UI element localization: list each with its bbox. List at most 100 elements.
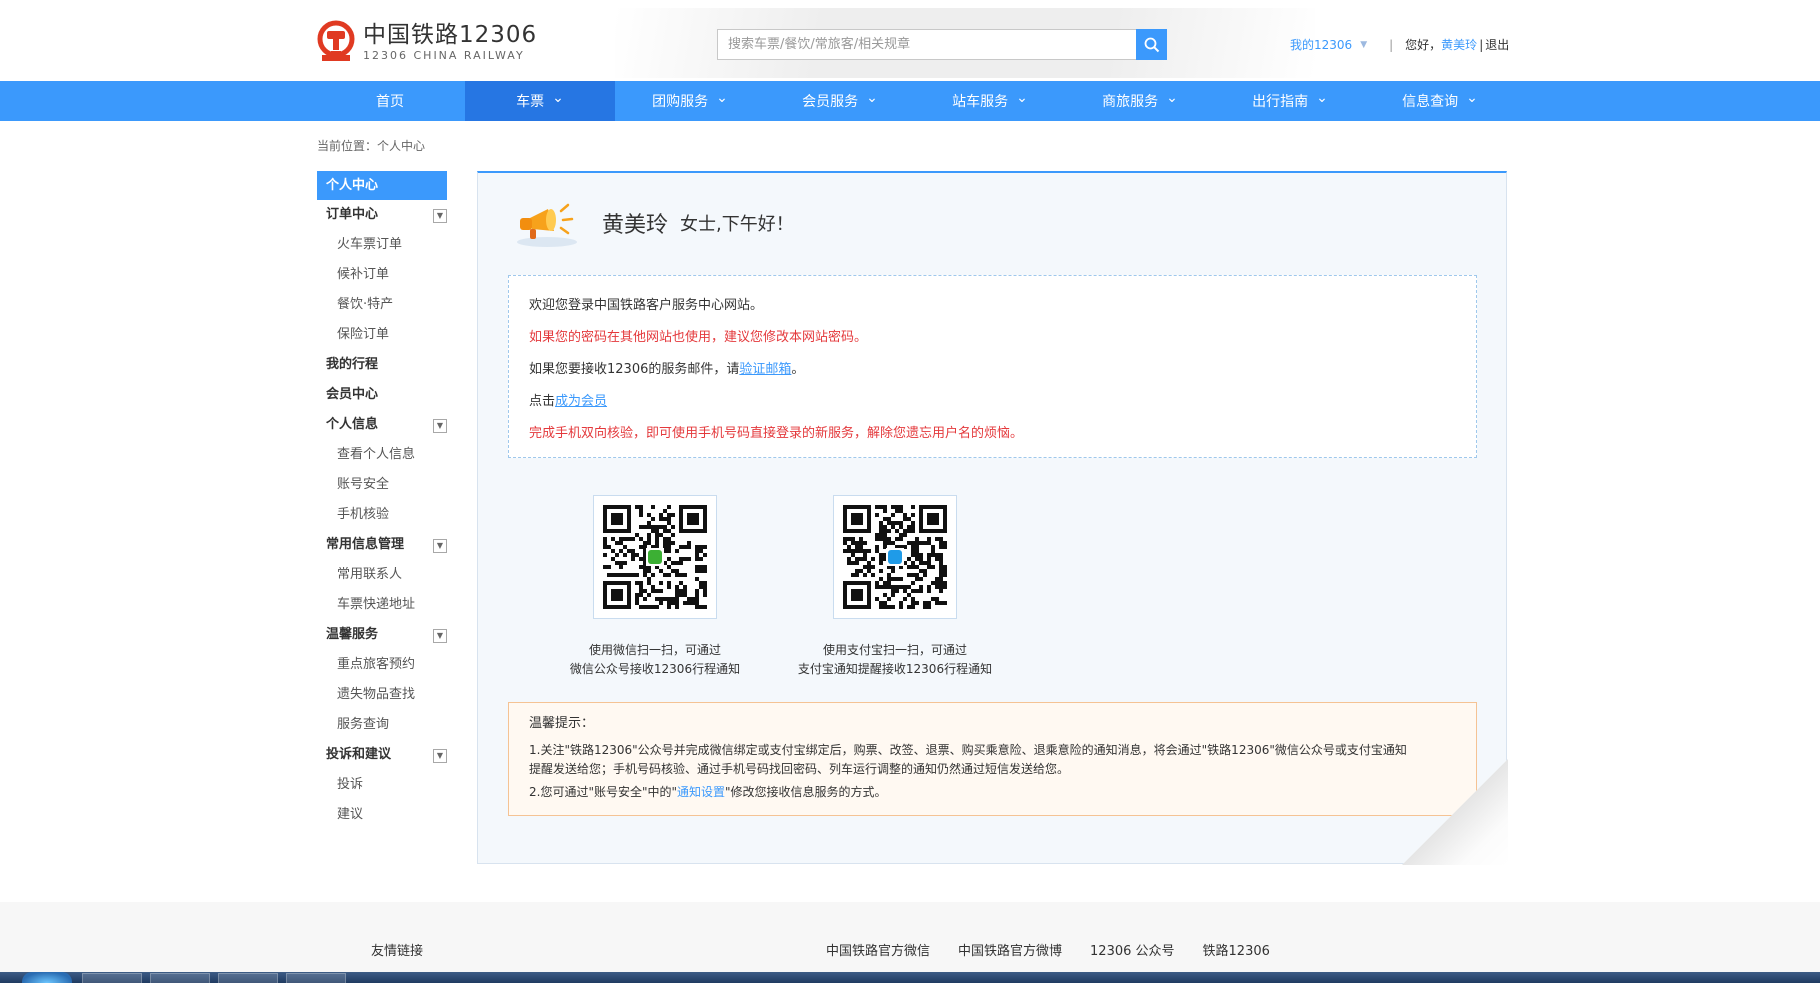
search-input[interactable] <box>718 30 1138 59</box>
sidebar-item[interactable]: 餐饮·特产 <box>317 290 447 320</box>
sidebar-item[interactable]: 手机核验 <box>317 500 447 530</box>
sidebar-item[interactable]: 账号安全 <box>317 470 447 500</box>
my12306-link[interactable]: 我的12306 <box>1290 36 1352 53</box>
divider: | <box>1479 37 1484 52</box>
wechat-qr-block: 使用微信扫一扫，可通过 微信公众号接收12306行程通知 <box>545 495 765 679</box>
collapse-toggle-icon[interactable]: ▼ <box>433 749 447 763</box>
collapse-toggle-icon[interactable]: ▼ <box>433 419 447 433</box>
nav-item-label: 首页 <box>376 94 404 110</box>
sidebar-item[interactable]: 火车票订单 <box>317 230 447 260</box>
nav-item-0[interactable]: 首页 <box>315 81 465 121</box>
sidebar-item[interactable]: 投诉 <box>317 770 447 800</box>
phone-verify-notice: 完成手机双向核验，即可使用手机号码直接登录的新服务，解除您遗忘用户名的烦恼。 <box>529 426 1024 441</box>
nav-item-6[interactable]: 出行指南 ⌄ <box>1215 81 1365 121</box>
logo-title: 中国铁路12306 <box>363 22 538 48</box>
warm-tips: 温馨提示： 1.关注"铁路12306"公众号并完成微信绑定或支付宝绑定后，购票、… <box>508 702 1477 816</box>
sidebar-item[interactable]: 建议 <box>317 800 447 830</box>
nav-item-label: 出行指南 <box>1252 94 1309 110</box>
taskbar-item[interactable] <box>150 973 210 983</box>
notification-settings-link[interactable]: 通知设置 <box>677 785 725 799</box>
sidebar-group-label: 订单中心 <box>326 207 379 222</box>
footer-link[interactable]: 中国铁路官方微博 <box>958 940 1062 959</box>
main-nav: 首页 车票 ⌄ 团购服务 ⌄ 会员服务 ⌄ 站车服务 ⌄ 商旅服务 ⌄ 出行指南 ⌄ 信息查询 ⌄ <box>0 81 1820 121</box>
alipay-qr-code[interactable] <box>833 495 957 619</box>
sidebar-item[interactable]: 重点旅客预约 <box>317 650 447 680</box>
taskbar-item[interactable] <box>286 973 346 983</box>
nav-item-label: 团购服务 <box>652 94 709 110</box>
railway-logo-icon <box>317 20 355 61</box>
footer-link[interactable]: 铁路12306 <box>1203 940 1270 959</box>
notice-line: 如果您要接收12306的服务邮件，请验证邮箱。 <box>529 362 805 377</box>
sidebar-item[interactable]: 常用联系人 <box>317 560 447 590</box>
megaphone-icon <box>517 203 577 247</box>
user-links: 我的12306 ▼ | 您好， 黄美玲 | 退出 <box>1290 36 1509 53</box>
collapse-toggle-icon[interactable]: ▼ <box>433 539 447 553</box>
nav-item-2[interactable]: 团购服务 ⌄ <box>615 81 765 121</box>
sidebar-item[interactable]: 保险订单 <box>317 320 447 350</box>
tips-item: 1.关注"铁路12306"公众号并完成微信绑定或支付宝绑定后，购票、改签、退票、… <box>529 743 1407 757</box>
collapse-toggle-icon[interactable]: ▼ <box>433 209 447 223</box>
chevron-down-icon: ⌄ <box>716 90 728 106</box>
wechat-qr-code[interactable] <box>593 495 717 619</box>
sidebar-group-label: 会员中心 <box>326 387 379 402</box>
sidebar-item[interactable]: 服务查询 <box>317 710 447 740</box>
collapse-toggle-icon[interactable]: ▼ <box>433 629 447 643</box>
logo-subtitle: 12306 CHINA RAILWAY <box>363 49 525 62</box>
friend-links-label: 友情链接 <box>371 944 424 959</box>
site-footer: 友情链接 中国铁路官方微信 中国铁路官方微博 12306 公众号 铁路12306 <box>0 902 1820 972</box>
alipay-qr-caption: 使用支付宝扫一扫，可通过 支付宝通知提醒接收12306行程通知 <box>797 643 993 676</box>
chevron-down-icon: ⌄ <box>866 90 878 106</box>
sidebar-item[interactable]: 遗失物品查找 <box>317 680 447 710</box>
footer-links: 中国铁路官方微信 中国铁路官方微博 12306 公众号 铁路12306 <box>826 940 1270 959</box>
notice-line: 欢迎您登录中国铁路客户服务中心网站。 <box>529 298 764 313</box>
nav-item-5[interactable]: 商旅服务 ⌄ <box>1065 81 1215 121</box>
wechat-qr-caption: 使用微信扫一扫，可通过 微信公众号接收12306行程通知 <box>569 643 741 676</box>
taskbar-item[interactable] <box>82 973 142 983</box>
sidebar-group-0[interactable]: 订单中心 ▼ <box>317 200 447 230</box>
nav-item-label: 信息查询 <box>1402 94 1459 110</box>
nav-item-label: 站车服务 <box>952 94 1009 110</box>
search-button[interactable] <box>1136 29 1167 60</box>
sidebar-group-2[interactable]: 会员中心 <box>317 380 447 410</box>
site-logo[interactable]: 中国铁路12306 12306 CHINA RAILWAY <box>315 14 555 70</box>
chevron-down-icon: ⌄ <box>552 90 564 106</box>
chevron-down-icon: ⌄ <box>1466 90 1478 106</box>
sidebar-group-label: 我的行程 <box>326 357 379 372</box>
sidebar-group-3[interactable]: 个人信息 ▼ <box>317 410 447 440</box>
sidebar-group-5[interactable]: 温馨服务 ▼ <box>317 620 447 650</box>
tips-item: 2.您可通过"账号安全"中的"通知设置"修改您接收信息服务的方式。 <box>529 785 887 799</box>
alipay-qr-block: 使用支付宝扫一扫，可通过 支付宝通知提醒接收12306行程通知 <box>785 495 1005 679</box>
password-warning: 如果您的密码在其他网站也使用，建议您修改本网站密码。 <box>529 330 868 345</box>
sidebar-group-label: 个人信息 <box>326 417 379 432</box>
sidebar-item[interactable]: 候补订单 <box>317 260 447 290</box>
main-panel: 黄美玲 女士,下午好！ 欢迎您登录中国铁路客户服务中心网站。 如果您的密码在其他… <box>477 171 1508 865</box>
sidebar-group-4[interactable]: 常用信息管理 ▼ <box>317 530 447 560</box>
username-link[interactable]: 黄美玲 <box>1441 36 1477 53</box>
footer-link[interactable]: 中国铁路官方微信 <box>826 940 930 959</box>
sidebar-group-1[interactable]: 我的行程 <box>317 350 447 380</box>
chevron-down-icon: ⌄ <box>1166 90 1178 106</box>
logout-link[interactable]: 退出 <box>1485 36 1509 53</box>
nav-item-1[interactable]: 车票 ⌄ <box>465 81 615 121</box>
sidebar-item[interactable]: 车票快递地址 <box>317 590 447 620</box>
verify-email-link[interactable]: 验证邮箱 <box>739 362 791 377</box>
start-button[interactable] <box>22 972 72 983</box>
tips-title: 温馨提示： <box>529 716 595 731</box>
become-member-link[interactable]: 成为会员 <box>555 394 607 409</box>
footer-link[interactable]: 12306 公众号 <box>1090 940 1175 959</box>
taskbar-item[interactable] <box>218 973 278 983</box>
chevron-down-icon: ⌄ <box>1016 90 1028 106</box>
sidebar-item-personal-center[interactable]: 个人中心 <box>317 171 447 200</box>
os-taskbar <box>0 972 1820 983</box>
site-header: 中国铁路12306 12306 CHINA RAILWAY 我的12306 ▼ … <box>0 0 1820 81</box>
nav-item-3[interactable]: 会员服务 ⌄ <box>765 81 915 121</box>
nav-item-4[interactable]: 站车服务 ⌄ <box>915 81 1065 121</box>
nav-items: 首页 车票 ⌄ 团购服务 ⌄ 会员服务 ⌄ 站车服务 ⌄ 商旅服务 ⌄ 出行指南 ⌄ 信息查询 ⌄ <box>315 81 1515 121</box>
nav-item-7[interactable]: 信息查询 ⌄ <box>1365 81 1515 121</box>
nav-item-label: 车票 <box>516 94 545 110</box>
sidebar-item[interactable]: 查看个人信息 <box>317 440 447 470</box>
qr-code-icon <box>603 505 707 609</box>
chevron-down-icon[interactable]: ▼ <box>1360 40 1367 50</box>
sidebar-group-6[interactable]: 投诉和建议 ▼ <box>317 740 447 770</box>
nav-item-label: 会员服务 <box>802 94 859 110</box>
